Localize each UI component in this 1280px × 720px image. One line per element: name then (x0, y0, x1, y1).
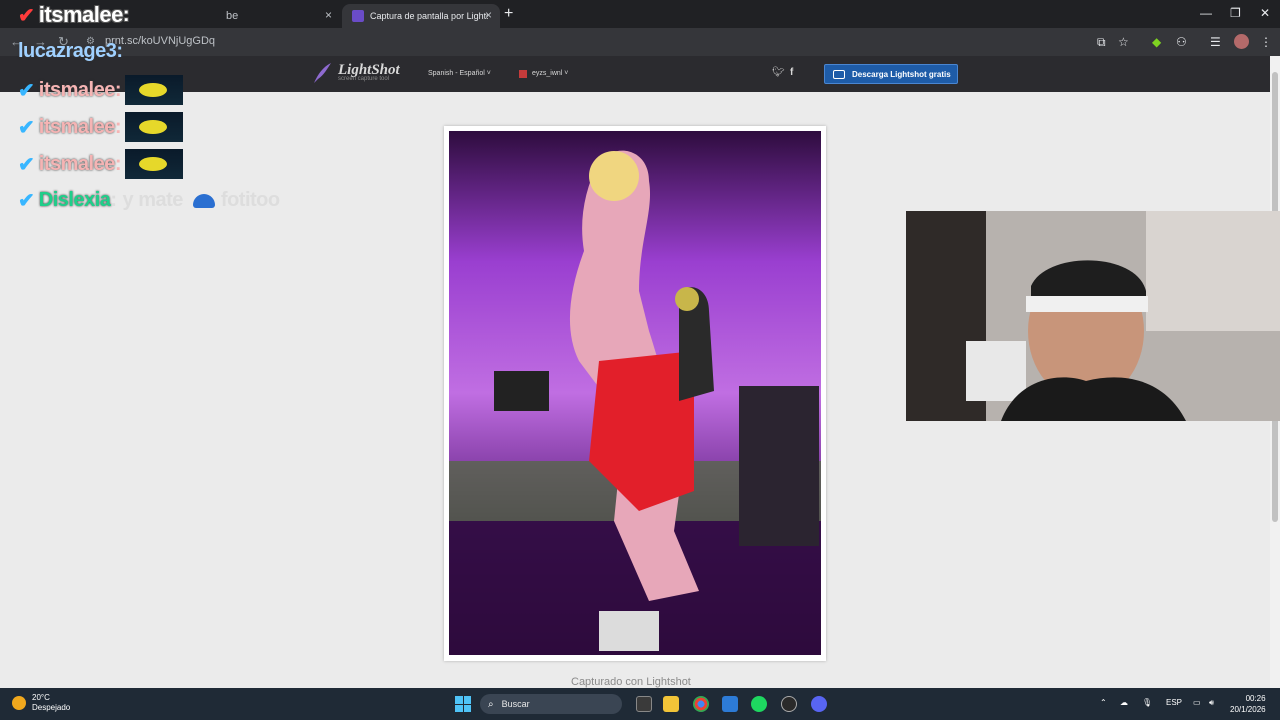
chat-separator: : (114, 78, 122, 101)
verified-badge-icon: ✔ (18, 79, 35, 102)
lightshot-header (0, 56, 1280, 92)
lightshot-logo[interactable]: LightShot screen capture tool (312, 62, 400, 84)
language-select[interactable]: Spanish - Español ˅ (428, 70, 491, 77)
obs-icon[interactable] (781, 696, 797, 712)
chat-message: ✔ Dislexia : y mate fotitoo (18, 188, 280, 213)
chrome-icon[interactable] (693, 696, 709, 712)
user-icon (519, 69, 527, 78)
chat-message: ✔ itsmalee : (18, 112, 183, 142)
chat-separator: : (122, 3, 130, 26)
weather-widget[interactable]: 20°C Despejado (12, 693, 70, 713)
microphone-icon[interactable]: 🎙︎ (1142, 698, 1152, 707)
tab-close-icon[interactable]: × (325, 8, 332, 22)
tab-title: Captura de pantalla por Lightsh (370, 11, 488, 21)
tab-title: be (226, 10, 239, 22)
cap-emoji-icon (192, 193, 215, 208)
reading-list-icon[interactable]: ☰ (1210, 35, 1221, 49)
user-name: eyzs_iwnl (532, 70, 563, 77)
chat-message-text: fotitoo (220, 189, 280, 211)
chat-username: itsmalee (38, 2, 124, 27)
user-menu[interactable]: eyzs_iwnl ˅ (519, 68, 568, 79)
language-label: Spanish - Español (428, 70, 485, 77)
webcam-overlay (906, 211, 1280, 421)
chat-message: ✔ itsmalee : (18, 2, 130, 28)
tray-overflow-icon[interactable]: ⌃ (1100, 698, 1107, 707)
chat-separator: : (110, 189, 117, 211)
weather-sun-icon (12, 696, 26, 710)
window-close-icon[interactable]: ✕ (1260, 6, 1270, 20)
chat-username: itsmalee (38, 78, 116, 101)
clock-time: 00:26 (1245, 694, 1266, 703)
emote-image (125, 112, 183, 142)
search-icon: ⌕ (488, 698, 494, 710)
chat-username: itsmalee (38, 115, 116, 138)
browser-toolbar: ← → ↻ ⚙ prnt.sc/koUVNjUgGDq ⧉ ☆ ◆ ⚇ ☰ ⋮ (0, 28, 1280, 56)
taskbar-search[interactable]: ⌕ Buscar (480, 694, 622, 714)
capture-caption: Capturado con Lightshot (571, 676, 691, 688)
volume-icon[interactable]: 🔊︎ (1209, 698, 1214, 708)
verified-badge-icon: ✔ (18, 190, 35, 212)
feather-icon (314, 63, 331, 83)
extension-icon[interactable]: ◆ (1152, 35, 1161, 49)
app-icon[interactable] (722, 696, 738, 712)
verified-badge-icon: ✔ (18, 153, 35, 176)
file-explorer-icon[interactable] (663, 696, 679, 712)
browser-tab-bar: be × Captura de pantalla por Lightsh × +… (0, 0, 1280, 28)
task-view-icon[interactable] (636, 696, 652, 712)
chat-separator: : (114, 115, 122, 138)
discord-icon[interactable] (811, 696, 827, 712)
chat-message-text: y mate (122, 189, 184, 211)
restore-icon[interactable]: ❐ (1230, 6, 1241, 20)
onedrive-icon[interactable]: ☁ (1120, 698, 1128, 707)
weather-temperature: 20°C (32, 693, 50, 702)
emote-image (125, 75, 183, 105)
browser-tab-lightshot[interactable]: Captura de pantalla por Lightsh × (342, 4, 500, 28)
chat-username: itsmalee (38, 152, 116, 175)
windows-taskbar: 20°C Despejado ⌕ Buscar ⌃ ☁ 🎙︎ ESP ▭ 🔊︎ … (0, 688, 1280, 720)
verified-badge-icon: ✔ (18, 116, 35, 139)
chevron-down-icon: ˅ (486, 70, 491, 77)
chevron-down-icon: ˅ (562, 70, 569, 77)
chat-separator: : (116, 40, 123, 62)
weather-description: Despejado (32, 703, 71, 712)
download-label: Descarga Lightshot gratis (852, 69, 951, 79)
input-language[interactable]: ESP (1166, 698, 1182, 707)
network-icon[interactable]: ▭ (1193, 698, 1201, 707)
screen: be × Captura de pantalla por Lightsh × +… (0, 0, 1280, 720)
chat-username: Dislexia (38, 189, 111, 211)
bookmark-star-icon[interactable]: ☆ (1118, 35, 1129, 49)
screenshot-image[interactable] (449, 131, 821, 655)
clock-date: 20/1/2026 (1230, 705, 1266, 714)
new-tab-button[interactable]: + (504, 5, 513, 23)
verified-badge-icon: ✔ (18, 4, 35, 27)
download-icon (833, 69, 845, 79)
download-lightshot-button[interactable]: Descarga Lightshot gratis (824, 64, 958, 84)
concert-photo-illustration (449, 131, 821, 655)
browser-tab-youtube[interactable]: be × (100, 4, 340, 28)
chat-message: lucazrage3 : (18, 40, 123, 63)
facebook-icon[interactable]: f (790, 67, 793, 78)
chat-separator: : (114, 152, 122, 175)
chat-message: ✔ itsmalee : (18, 75, 183, 105)
windows-start-icon[interactable] (455, 696, 471, 712)
lightshot-favicon-icon (352, 10, 364, 22)
twitter-icon[interactable]: 🐦︎ (772, 67, 785, 78)
extensions-puzzle-icon[interactable]: ⚇ (1176, 35, 1187, 49)
chat-username: lucazrage3 (18, 40, 117, 62)
tab-close-icon[interactable]: × (485, 8, 492, 22)
spotify-icon[interactable] (751, 696, 767, 712)
profile-avatar[interactable] (1234, 34, 1249, 49)
menu-kebab-icon[interactable]: ⋮ (1260, 35, 1272, 49)
taskbar-clock[interactable]: 00:26 20/1/2026 (1230, 693, 1266, 715)
webcam-illustration (906, 211, 1280, 421)
minimize-icon[interactable]: — (1200, 6, 1212, 20)
search-label: Buscar (501, 699, 530, 709)
emote-image (125, 149, 183, 179)
chat-message: ✔ itsmalee : (18, 149, 183, 179)
install-app-icon[interactable]: ⧉ (1097, 35, 1106, 50)
